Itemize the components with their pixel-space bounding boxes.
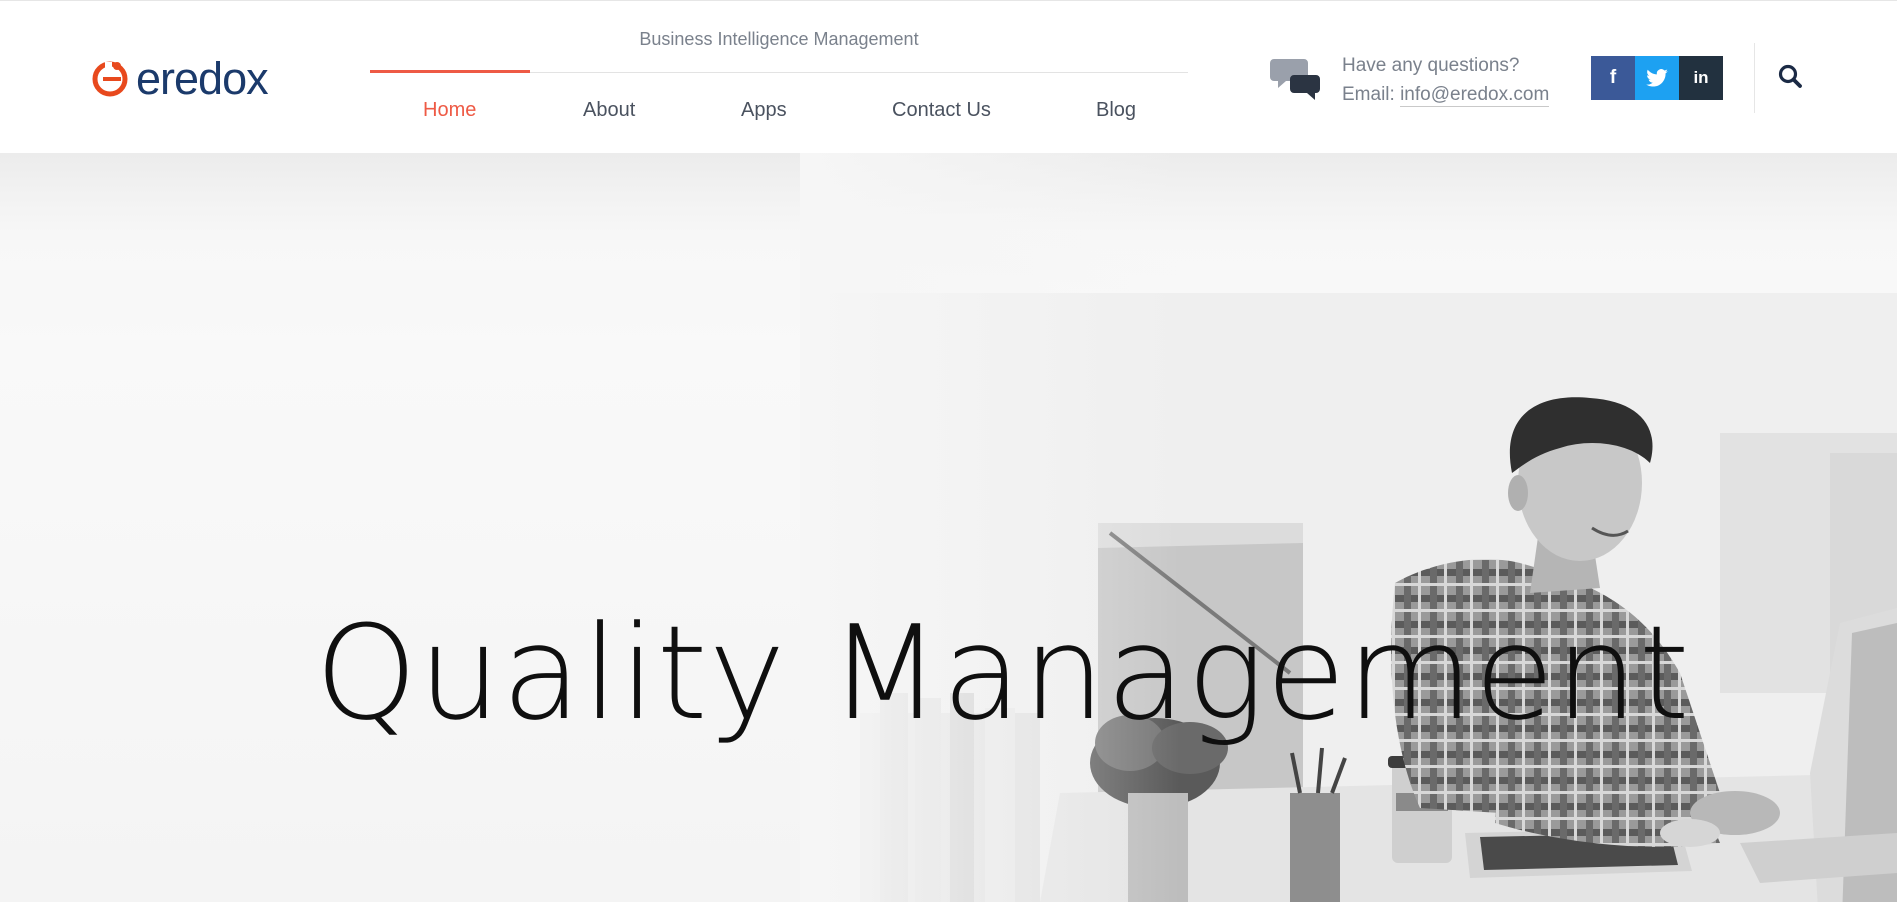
eredox-logo-icon [92,61,128,97]
search-icon[interactable] [1777,63,1803,89]
logo-wordmark: eredox [136,52,269,104]
email-label: Email: [1342,84,1395,105]
linkedin-icon: in [1693,68,1709,87]
twitter-button[interactable] [1635,56,1679,100]
nav-item-apps[interactable]: Apps [741,99,787,122]
nav-item-about[interactable]: About [583,99,635,122]
contact-info: Have any questions? Email: info@eredox.c… [1342,51,1550,109]
main-nav: Home About Apps Contact Us Blog [370,99,1188,125]
nav-item-home[interactable]: Home [423,99,476,122]
contact-email-line: Email: info@eredox.com [1342,80,1550,109]
eredox-logo[interactable]: eredox [90,52,269,104]
facebook-button[interactable]: f [1591,56,1635,100]
facebook-icon: f [1609,67,1617,88]
nav-item-contact-us[interactable]: Contact Us [892,99,991,122]
hero-photo [800,153,1897,902]
site-header: eredox Business Intelligence Management … [0,0,1897,153]
email-link[interactable]: info@eredox.com [1400,84,1550,107]
chat-bubbles-icon [1270,59,1320,100]
header-divider [1754,43,1755,113]
site-tagline: Business Intelligence Management [639,29,919,49]
nav-item-blog[interactable]: Blog [1096,99,1136,122]
hero-section: Quality Management [0,153,1897,902]
linkedin-button[interactable]: in [1679,56,1723,100]
contact-question: Have any questions? [1342,55,1520,76]
social-links: f in [1591,56,1723,100]
hero-title: Quality Management [315,597,1691,749]
twitter-icon [1646,69,1668,87]
nav-active-indicator [370,70,530,73]
